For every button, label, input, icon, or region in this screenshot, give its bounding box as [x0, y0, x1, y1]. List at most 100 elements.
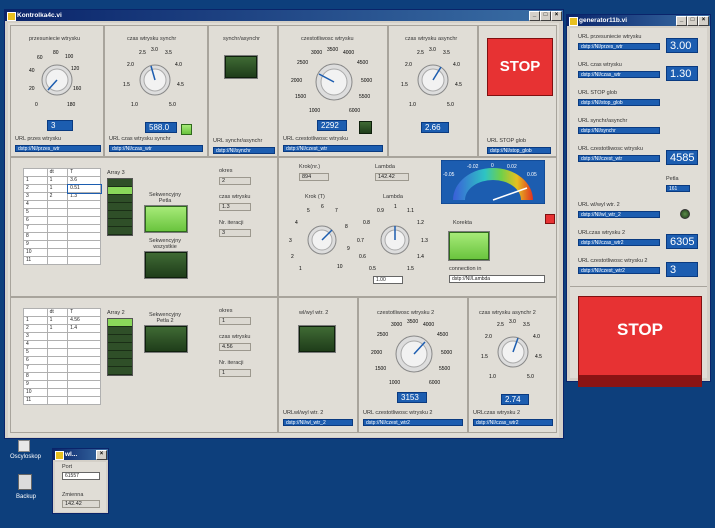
synchr-toggle-button[interactable] [225, 56, 257, 78]
tick: 2000 [291, 78, 302, 84]
section-lambda: Krok(nr.) 894 Lambda 142.42 Krok (T) 1 2… [278, 157, 557, 297]
table-cell [67, 200, 101, 209]
url-czest-field[interactable]: dstp://NI/czest_wtr [283, 145, 383, 152]
table-cell [46, 200, 69, 209]
knob-czas-asynchr-2[interactable]: 1.0 1.5 2.0 2.5 3.0 3.5 4.0 4.5 5.0 [481, 318, 545, 382]
table-cell [46, 340, 69, 349]
backup-icon [18, 474, 32, 490]
small-titlebar[interactable]: wl... × [53, 449, 108, 460]
tick: -0.05 [443, 172, 455, 178]
tick: 9 [347, 246, 350, 252]
gen-url-field[interactable]: dstp://NI/stop_glob [578, 99, 660, 106]
minimize-button[interactable]: _ [529, 11, 540, 21]
conn-field[interactable]: dstp://NI/Lambda [449, 275, 545, 283]
gen-label: URL czas wtrysku [578, 62, 622, 68]
tick: 60 [37, 55, 43, 61]
table-cell [67, 208, 101, 217]
tick: 4.0 [453, 62, 460, 68]
url-synchr-field[interactable]: dstp://NI/synchr [213, 147, 275, 154]
labview-icon [7, 12, 16, 21]
url-wl-field[interactable]: dstp://NI/wl_wtr_2 [283, 419, 353, 426]
tick: 2.0 [127, 62, 134, 68]
array-table-2[interactable]: dt T 1 1 4.56 2 1 1.4 3 4 5 6 7 8 9 10 11 [23, 308, 101, 405]
maximize-button[interactable]: □ [540, 11, 551, 21]
table-cell: T [67, 308, 101, 317]
gen-url-field[interactable]: dstp://NI/przes_wtr [578, 43, 660, 50]
table-cell [46, 208, 69, 217]
korekta-button[interactable] [449, 232, 489, 260]
knob-przesuniecie[interactable]: 0 20 40 60 80 100 120 160 180 [27, 48, 87, 112]
gen-label: URL synchr/asynchr [578, 118, 628, 124]
czas-synchr-value[interactable]: 588.0 [145, 122, 177, 133]
tick: 3500 [407, 319, 418, 325]
czestotliwosc2-value[interactable]: 3153 [397, 392, 427, 403]
table-cell: 5 [23, 208, 48, 217]
generator-titlebar[interactable]: generator11b.vi _ □ × [567, 15, 710, 26]
knob-czas-synchr[interactable]: 1.0 1.5 2.0 2.5 3.0 3.5 4.0 4.5 5.0 [123, 46, 187, 110]
tick: 3.5 [523, 322, 530, 328]
tick: 4000 [343, 50, 354, 56]
gen-value: 3 [666, 262, 698, 277]
knob-czestotliwosc[interactable]: 1000 1500 2000 2500 3000 3500 4000 4500 … [289, 44, 379, 116]
url-stop-field[interactable]: dstp://NI/stop_glob [487, 147, 551, 154]
table-cell [46, 224, 69, 233]
table-row: 2 1 1.4 [23, 324, 101, 333]
sek-wszystkie-button[interactable] [145, 252, 187, 278]
oscyloskop-desktop-icon[interactable]: Oscyloskop [10, 440, 44, 462]
tick: 1.0 [489, 374, 496, 380]
wl-wyl-button[interactable] [299, 326, 335, 352]
table-cell [67, 332, 101, 341]
table-cell [67, 248, 101, 257]
close-button[interactable]: × [698, 16, 709, 26]
czas-asynchr2-value[interactable]: 2.74 [501, 394, 529, 405]
stop-button[interactable]: STOP [487, 38, 553, 96]
gen-url-field[interactable]: dstp://NI/wl_wtr_2 [578, 211, 660, 218]
minimize-button[interactable]: _ [676, 16, 687, 26]
table-cell [67, 240, 101, 249]
labview-icon [55, 451, 64, 460]
gen-url-field[interactable]: dstp://NI/czest_wtr [578, 155, 660, 162]
knob-czas-asynchr[interactable]: 1.0 1.5 2.0 2.5 3.0 3.5 4.0 4.5 5.0 [401, 46, 465, 110]
backup-desktop-icon[interactable]: Backup [14, 474, 44, 504]
table-cell: dt [46, 168, 69, 177]
gen-url-field[interactable]: dstp://NI/synchr [578, 127, 660, 134]
czas-asynchr-value[interactable]: 2.66 [421, 122, 449, 133]
table-cell [46, 396, 69, 405]
lambda-knob[interactable]: 0.5 0.6 0.7 0.8 0.9 1 1.1 1.2 1.3 1.4 1.… [357, 202, 433, 274]
sek-petla2-button[interactable] [145, 326, 187, 352]
tick: 1 [394, 204, 397, 210]
tick: 1.4 [417, 254, 424, 260]
tick: 5500 [439, 366, 450, 372]
czestotliwosc-value[interactable]: 2292 [317, 120, 347, 131]
gen-url-field[interactable]: dstp://NI/czas_wtr2 [578, 239, 660, 246]
gen-label: URLczas wtrysku 2 [578, 230, 626, 236]
url-czest2-field[interactable]: dstp://NI/czest_wtr2 [363, 419, 463, 426]
table-row: 6 [23, 216, 101, 225]
knob-czestotliwosc-2[interactable]: 1000 1500 2000 2500 3000 3500 4000 4500 … [369, 316, 459, 388]
maximize-button[interactable]: □ [687, 16, 698, 26]
gen-url-field[interactable]: dstp://NI/czest_wtr2 [578, 267, 660, 274]
close-button[interactable]: × [551, 11, 562, 21]
tick: 2000 [371, 350, 382, 356]
krok-knob[interactable]: 1 2 3 4 5 6 7 8 9 10 [287, 202, 357, 274]
petla-value: 161 [666, 185, 690, 192]
sek-petla-button[interactable] [145, 206, 187, 232]
port-field[interactable]: 61557 [62, 472, 100, 480]
url-czas-field[interactable]: dstp://NI/czas_wtr [109, 145, 203, 152]
close-button[interactable]: × [96, 450, 107, 460]
url-przes-field[interactable]: dstp://NI/przes_wtr [15, 145, 101, 152]
main-titlebar[interactable]: Kontrolka4c.vi _ □ × [5, 10, 563, 21]
table-cell: 2 [46, 192, 69, 201]
tick: 0.8 [363, 220, 370, 226]
gen-url-field[interactable]: dstp://NI/czas_wtr [578, 71, 660, 78]
table-cell [67, 224, 101, 233]
przesuniecie-value[interactable]: 3 [47, 120, 73, 131]
czas-label: czas wtrysku [219, 334, 251, 340]
lambda-setpoint[interactable]: 1.00 [373, 276, 403, 284]
array-table-1[interactable]: dt T 1 1 3.6 2 1 0.51 3 2 1.3 4 5 6 7 8 9 10 11 [23, 168, 102, 265]
url-czas2-field[interactable]: dstp://NI/czas_wtr2 [473, 419, 553, 426]
port-label: Port [62, 464, 73, 470]
gen-stop-button[interactable]: STOP [578, 296, 702, 387]
tick: 4.5 [177, 82, 184, 88]
section-wl-wyl-2: wl/wyl wtr. 2 URLwl/wyl wtr. 2 dstp://NI… [278, 297, 358, 433]
